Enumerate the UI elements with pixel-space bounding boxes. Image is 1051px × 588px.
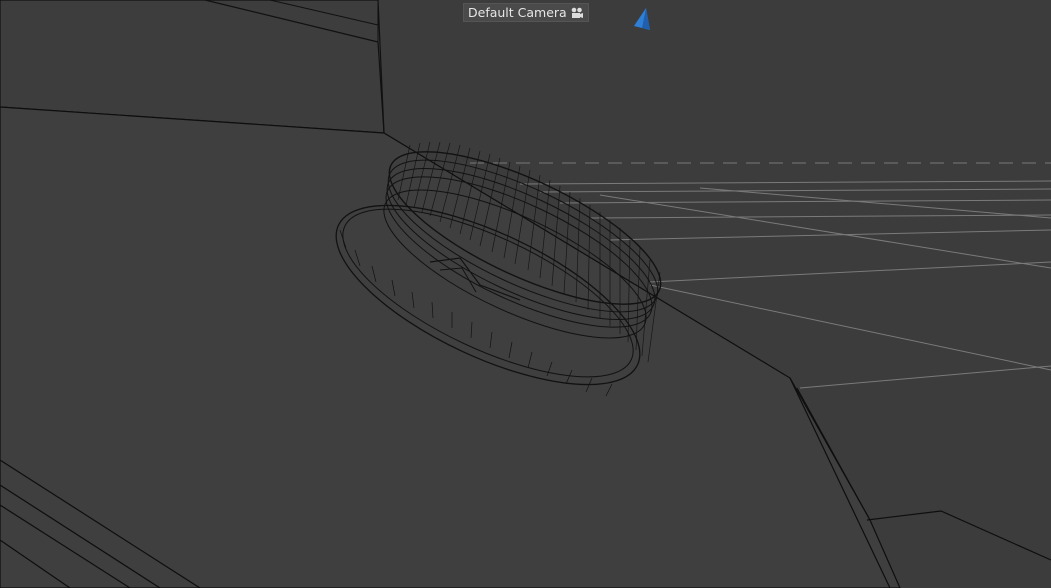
3d-viewport[interactable]: Default Camera bbox=[0, 0, 1051, 588]
viewport-scene[interactable] bbox=[0, 0, 1051, 588]
camera-icon bbox=[570, 7, 584, 19]
view-cone-icon[interactable] bbox=[632, 6, 652, 32]
camera-label[interactable]: Default Camera bbox=[463, 3, 589, 22]
camera-label-text: Default Camera bbox=[468, 5, 567, 20]
